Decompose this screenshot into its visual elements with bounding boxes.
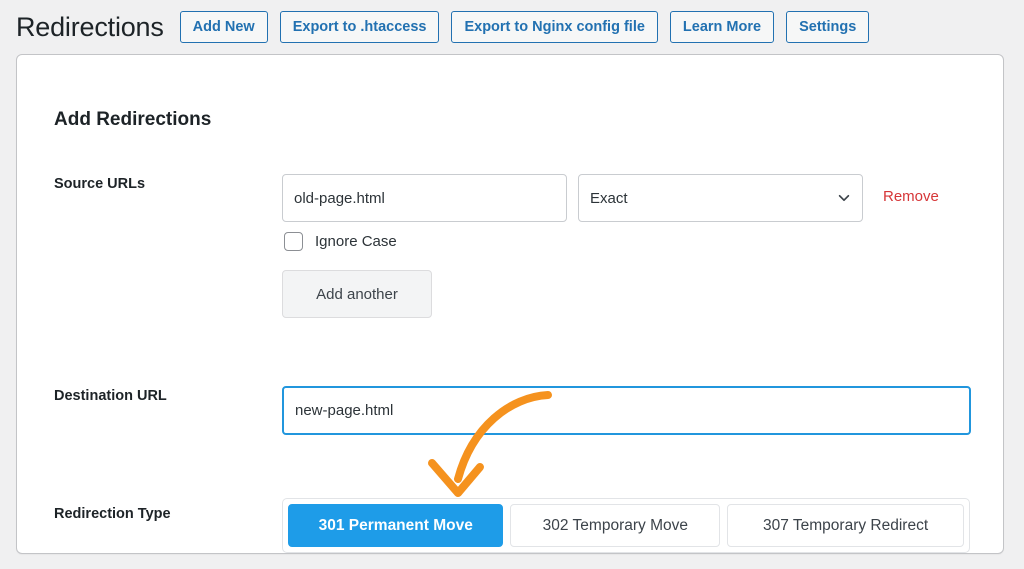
add-another-button[interactable]: Add another [282,270,432,318]
export-htaccess-button[interactable]: Export to .htaccess [280,11,440,43]
redirect-type-302-button[interactable]: 302 Temporary Move [510,504,720,547]
settings-button[interactable]: Settings [786,11,869,43]
ignore-case-row[interactable]: Ignore Case [284,232,397,251]
add-new-button[interactable]: Add New [180,11,268,43]
card-title: Add Redirections [54,109,211,131]
export-nginx-button[interactable]: Export to Nginx config file [451,11,657,43]
ignore-case-checkbox[interactable] [284,232,303,251]
learn-more-button[interactable]: Learn More [670,11,774,43]
add-redirections-card: Add Redirections Source URLs Exact Remov… [16,54,1004,554]
destination-url-label: Destination URL [54,388,167,404]
remove-source-link[interactable]: Remove [883,188,939,205]
match-type-select[interactable]: Exact [578,174,863,222]
destination-url-input[interactable] [282,386,971,435]
ignore-case-label: Ignore Case [315,233,397,250]
redirect-type-307-button[interactable]: 307 Temporary Redirect [727,504,964,547]
page-title: Redirections [16,12,164,43]
redirection-type-label: Redirection Type [54,506,171,522]
page-header: Redirections Add New Export to .htaccess… [0,0,1024,54]
redirect-type-301-button[interactable]: 301 Permanent Move [288,504,503,547]
match-type-value: Exact [590,190,837,207]
chevron-down-icon [837,191,851,205]
source-urls-label: Source URLs [54,176,145,192]
redirection-type-group: 301 Permanent Move 302 Temporary Move 30… [282,498,970,553]
source-url-input[interactable] [282,174,567,222]
